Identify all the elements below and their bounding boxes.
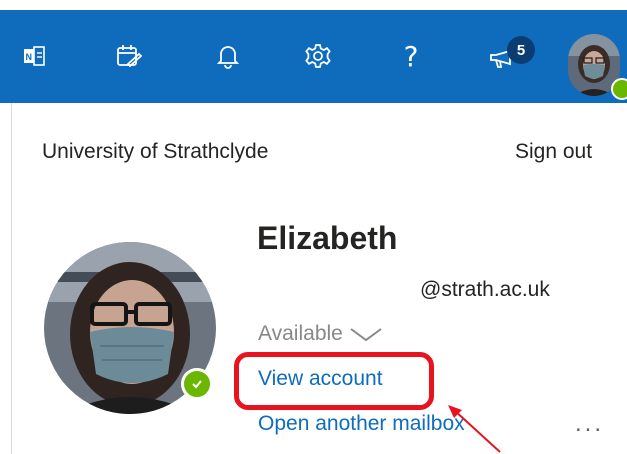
notifications-bell-icon[interactable] (212, 40, 244, 72)
checkmark-icon (192, 380, 202, 389)
sign-out-link[interactable]: Sign out (515, 140, 592, 164)
annotation-highlight-box (234, 352, 434, 410)
user-email: @strath.ac.uk (420, 278, 550, 301)
presence-available-icon (611, 78, 627, 100)
top-toolbar: N ? 5 (0, 10, 627, 103)
organization-name: University of Strathclyde (42, 140, 269, 163)
open-another-mailbox-link[interactable]: Open another mailbox (258, 412, 465, 436)
help-question-icon[interactable]: ? (395, 40, 427, 73)
panel-divider (11, 103, 12, 454)
status-label: Available (258, 322, 343, 345)
my-day-icon[interactable] (112, 40, 144, 72)
status-dropdown[interactable]: Available (258, 322, 383, 346)
annotation-arrow-icon (448, 405, 501, 453)
onenote-feed-icon[interactable]: N (18, 40, 50, 72)
presence-available-icon (181, 368, 213, 400)
user-name: Elizabeth (257, 220, 398, 256)
more-options-button[interactable]: ... (575, 410, 604, 438)
chevron-down-icon (350, 328, 382, 342)
settings-gear-icon[interactable] (302, 40, 334, 72)
whats-new-count-badge: 5 (507, 36, 535, 64)
svg-text:N: N (26, 52, 33, 62)
